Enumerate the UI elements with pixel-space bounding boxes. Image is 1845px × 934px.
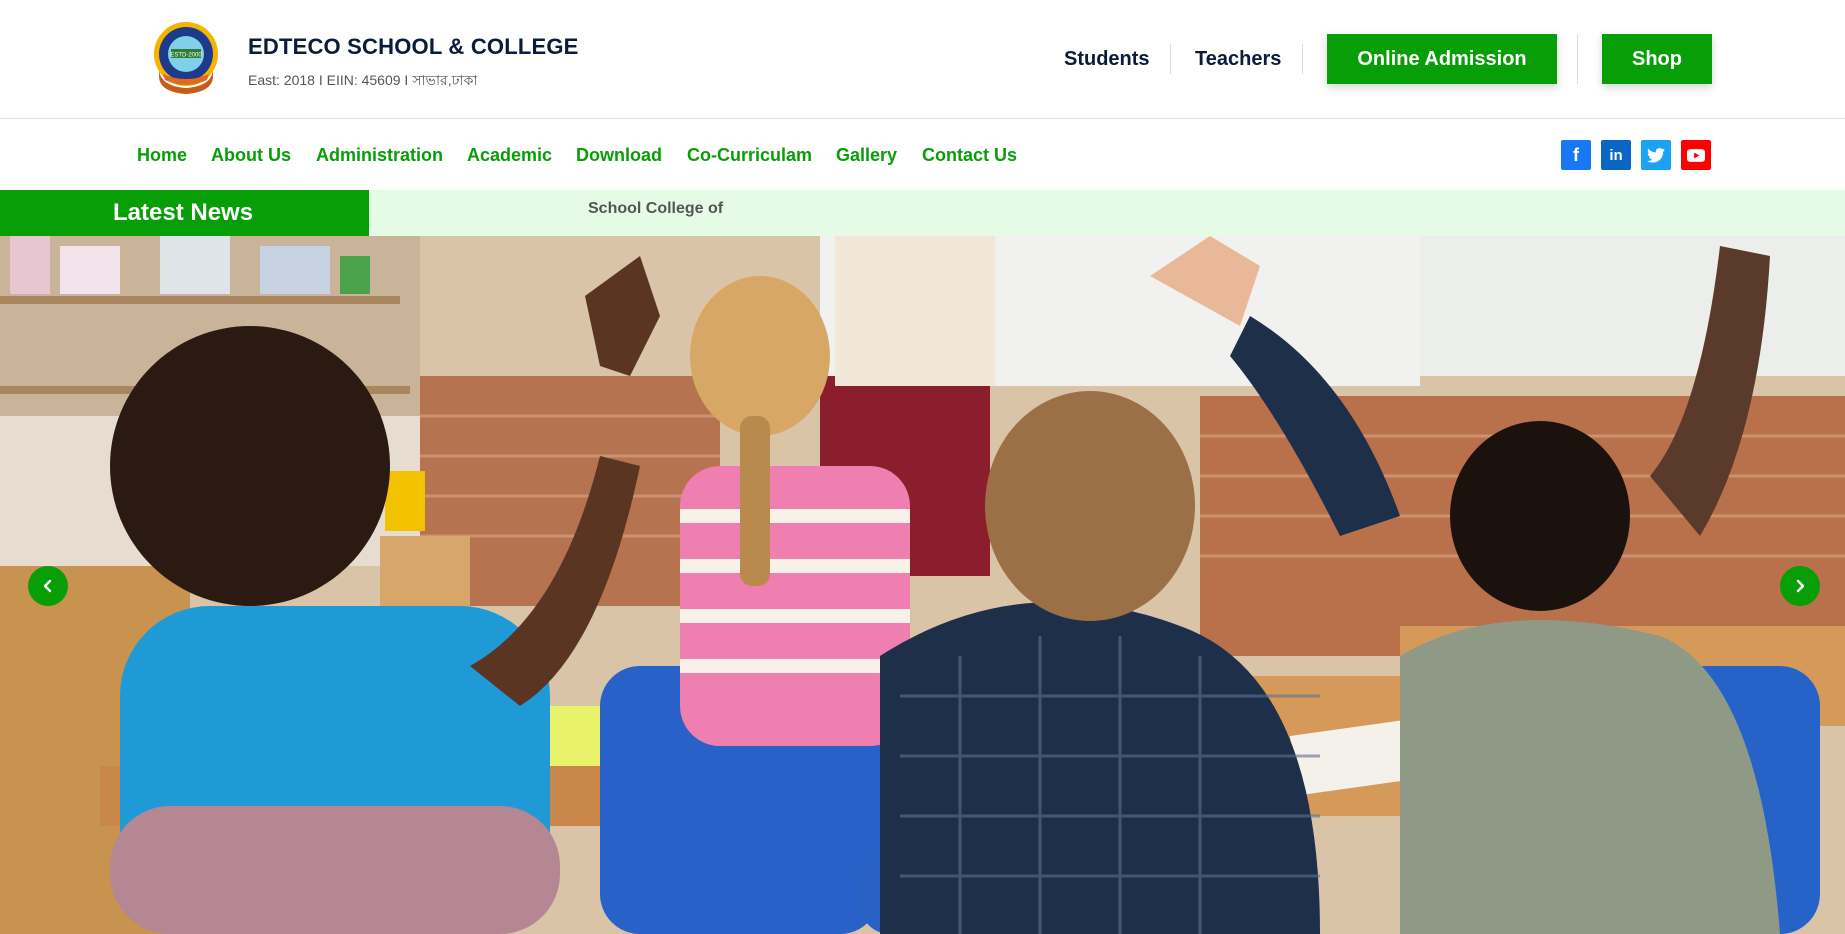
news-ticker[interactable]: School College of xyxy=(588,200,723,218)
shop-button[interactable]: Shop xyxy=(1602,34,1712,84)
nav-item-gallery[interactable]: Gallery xyxy=(836,145,897,166)
latest-news-label: Latest News xyxy=(0,190,369,236)
students-link[interactable]: Students xyxy=(1064,48,1150,71)
nav-item-administration[interactable]: Administration xyxy=(316,145,443,166)
youtube-icon[interactable] xyxy=(1681,140,1711,170)
twitter-icon[interactable] xyxy=(1641,140,1671,170)
nav-item-home[interactable]: Home xyxy=(137,145,187,166)
svg-text:ESTD-2000: ESTD-2000 xyxy=(170,53,202,59)
hero-slider xyxy=(0,236,1845,934)
school-meta: East: 2018 I EIIN: 45609 I সাভার,ঢাকা xyxy=(248,72,478,88)
teachers-link[interactable]: Teachers xyxy=(1195,48,1281,71)
nav-item-academic[interactable]: Academic xyxy=(467,145,552,166)
school-name: EDTECO SCHOOL & COLLEGE xyxy=(248,34,579,59)
divider xyxy=(1577,34,1578,84)
online-admission-button[interactable]: Online Admission xyxy=(1327,34,1557,84)
main-nav: Home About Us Administration Academic Do… xyxy=(0,120,1845,190)
school-logo[interactable]: ESTD-2000 xyxy=(153,18,219,94)
facebook-icon[interactable]: f xyxy=(1561,140,1591,170)
nav-item-co-curriculam[interactable]: Co-Curriculam xyxy=(687,145,812,166)
top-header: ESTD-2000 EDTECO SCHOOL & COLLEGE East: … xyxy=(0,0,1845,119)
nav-item-download[interactable]: Download xyxy=(576,145,662,166)
nav-item-contact-us[interactable]: Contact Us xyxy=(922,145,1017,166)
slider-prev-button[interactable] xyxy=(28,566,68,606)
linkedin-icon[interactable]: in xyxy=(1601,140,1631,170)
latest-news-bar: Latest News School College of xyxy=(0,190,1845,236)
nav-item-about-us[interactable]: About Us xyxy=(211,145,291,166)
classroom-photo xyxy=(0,236,1845,934)
slider-next-button[interactable] xyxy=(1780,566,1820,606)
divider xyxy=(1302,44,1303,74)
divider xyxy=(1170,44,1171,74)
